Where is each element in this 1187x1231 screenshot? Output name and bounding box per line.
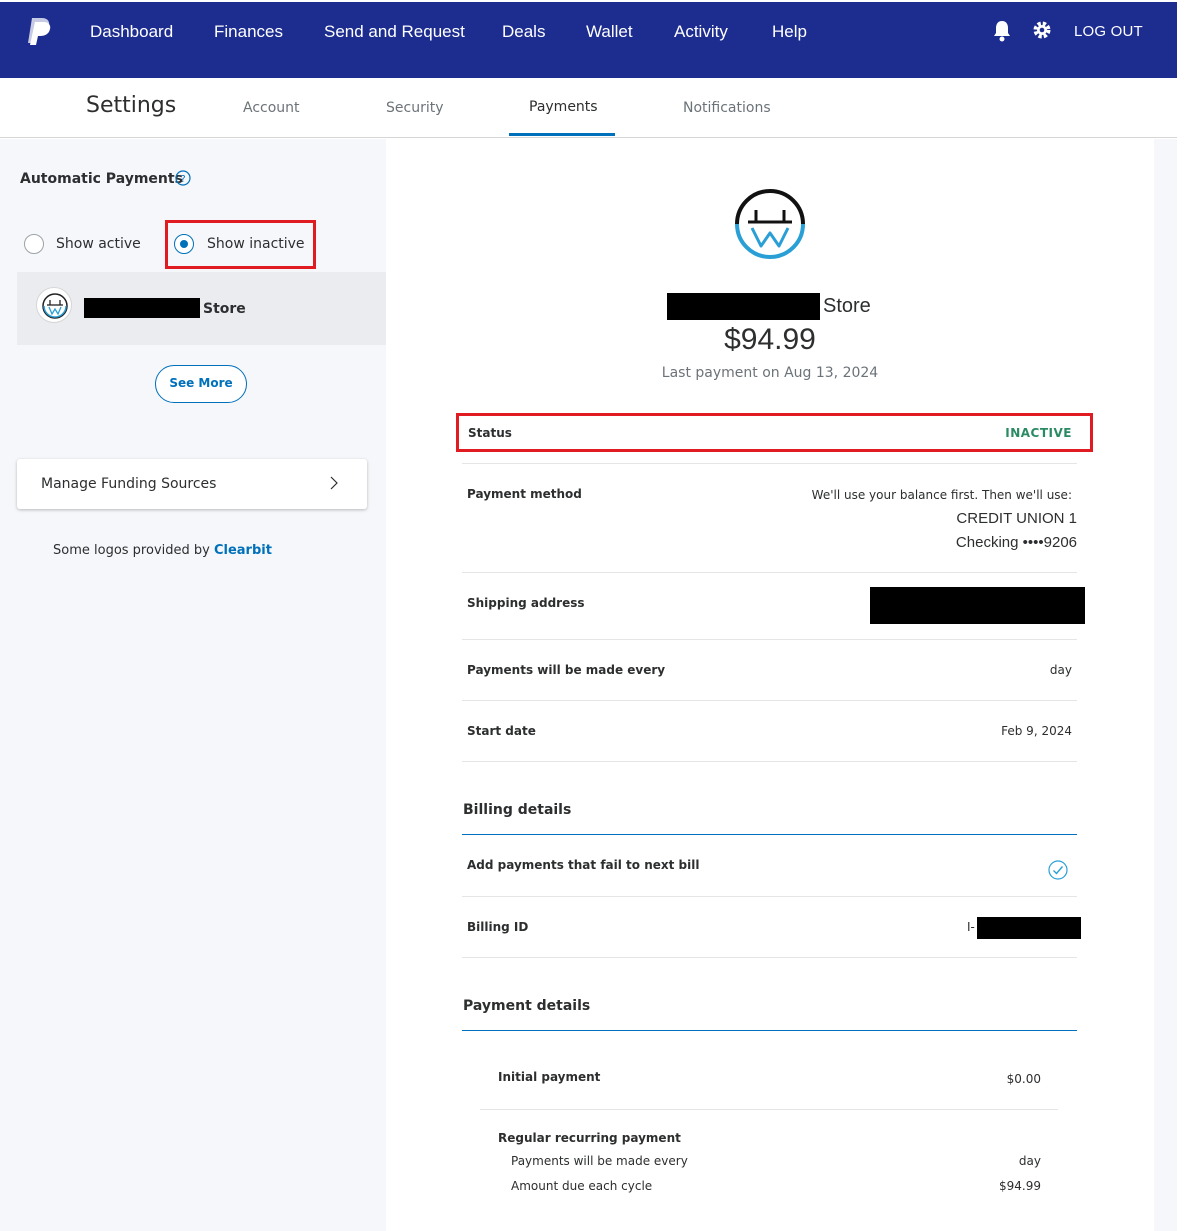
tab-payments[interactable]: Payments [529, 99, 598, 115]
divider [462, 761, 1077, 762]
automatic-payments-title: Automatic Payments [20, 171, 183, 187]
shipping-address-label: Shipping address [467, 596, 585, 610]
tab-security[interactable]: Security [386, 100, 444, 116]
clearbit-link[interactable]: Clearbit [214, 543, 272, 558]
bank-account: Checking ••••9206 [955, 534, 1077, 551]
last-payment-date: Last payment on Aug 13, 2024 [661, 365, 879, 381]
tab-notifications[interactable]: Notifications [683, 100, 771, 116]
nav-finances[interactable]: Finances [214, 22, 283, 42]
show-inactive-label[interactable]: Show inactive [207, 236, 305, 252]
billing-id-prefix: I- [967, 920, 975, 934]
divider [462, 639, 1077, 640]
recurring-frequency-label: Payments will be made every [511, 1154, 688, 1168]
merchant-logo-icon [42, 293, 68, 319]
add-failed-payments-label: Add payments that fail to next bill [467, 858, 700, 872]
merchant-name-suffix: Store [203, 301, 246, 317]
status-badge: INACTIVE [1005, 426, 1072, 440]
amount-due-value: $94.99 [999, 1179, 1041, 1193]
divider [462, 957, 1077, 958]
show-active-label[interactable]: Show active [56, 236, 141, 252]
gear-icon[interactable] [1032, 20, 1052, 40]
logout-button[interactable]: LOG OUT [1074, 23, 1143, 40]
merchant-avatar [36, 287, 72, 323]
page-title: Settings [86, 93, 177, 118]
nav-deals[interactable]: Deals [502, 22, 545, 42]
see-more-button[interactable]: See More [155, 365, 247, 403]
chevron-right-icon [330, 476, 338, 490]
nav-dashboard[interactable]: Dashboard [90, 22, 173, 42]
automatic-payments-panel: Automatic Payments ? Show active Show in… [0, 139, 406, 1231]
divider [462, 896, 1077, 897]
manage-funding-sources-label: Manage Funding Sources [41, 476, 217, 492]
recurring-payment-label: Regular recurring payment [498, 1131, 681, 1145]
nav-send-and-request[interactable]: Send and Request [324, 22, 465, 42]
settings-subnav: Settings Account Security Payments Notif… [0, 78, 1177, 138]
divider [462, 700, 1077, 701]
amount-due-label: Amount due each cycle [511, 1179, 653, 1193]
nav-help[interactable]: Help [772, 22, 807, 42]
nav-wallet[interactable]: Wallet [586, 22, 633, 42]
clearbit-attribution: Some logos provided by Clearbit [53, 543, 272, 558]
show-inactive-radio[interactable] [174, 234, 194, 254]
start-date-label: Start date [467, 724, 536, 738]
divider [462, 572, 1077, 573]
active-tab-indicator [509, 133, 615, 136]
billing-details-divider [462, 834, 1077, 835]
redacted-merchant-name [84, 298, 200, 318]
redacted-billing-id [977, 917, 1081, 939]
help-icon[interactable]: ? [175, 170, 191, 186]
check-circle-icon [1048, 860, 1068, 880]
page-gutter [1154, 139, 1177, 1231]
frequency-label: Payments will be made every [467, 663, 666, 677]
bank-name: CREDIT UNION 1 [956, 510, 1077, 527]
top-navigation: Dashboard Finances Send and Request Deal… [0, 2, 1177, 78]
divider [462, 463, 1077, 464]
nav-activity[interactable]: Activity [674, 22, 728, 42]
redacted-store-name [667, 293, 820, 320]
bell-icon[interactable] [992, 20, 1012, 42]
tab-account[interactable]: Account [243, 100, 300, 116]
start-date-value: Feb 9, 2024 [1001, 724, 1072, 738]
paypal-logo-icon[interactable] [26, 16, 52, 46]
redacted-shipping-address [870, 587, 1085, 624]
show-active-radio[interactable] [24, 234, 44, 254]
merchant-logo-icon [735, 189, 805, 259]
initial-payment-value: $0.00 [1006, 1072, 1041, 1086]
svg-text:?: ? [180, 174, 185, 185]
payment-detail-panel: Store $94.99 Last payment on Aug 13, 202… [386, 139, 1154, 1231]
payment-method-note: We'll use your balance first. Then we'll… [811, 488, 1072, 502]
payment-details-title: Payment details [463, 998, 591, 1014]
payment-method-label: Payment method [467, 487, 582, 501]
payment-details-divider [462, 1030, 1077, 1031]
divider [480, 1109, 1058, 1110]
merchant-list-item[interactable]: Store [17, 272, 386, 345]
status-label: Status [468, 426, 512, 440]
billing-details-title: Billing details [463, 802, 572, 818]
recurring-frequency-value: day [1018, 1154, 1041, 1168]
billing-id-label: Billing ID [467, 920, 529, 934]
manage-funding-sources-button[interactable]: Manage Funding Sources [17, 459, 367, 509]
clearbit-prefix: Some logos provided by [53, 543, 210, 558]
initial-payment-label: Initial payment [498, 1070, 601, 1084]
status-row: Status INACTIVE [456, 413, 1093, 452]
store-name-suffix: Store [823, 295, 871, 317]
payment-amount: $94.99 [724, 323, 816, 356]
frequency-value: day [1049, 663, 1072, 677]
